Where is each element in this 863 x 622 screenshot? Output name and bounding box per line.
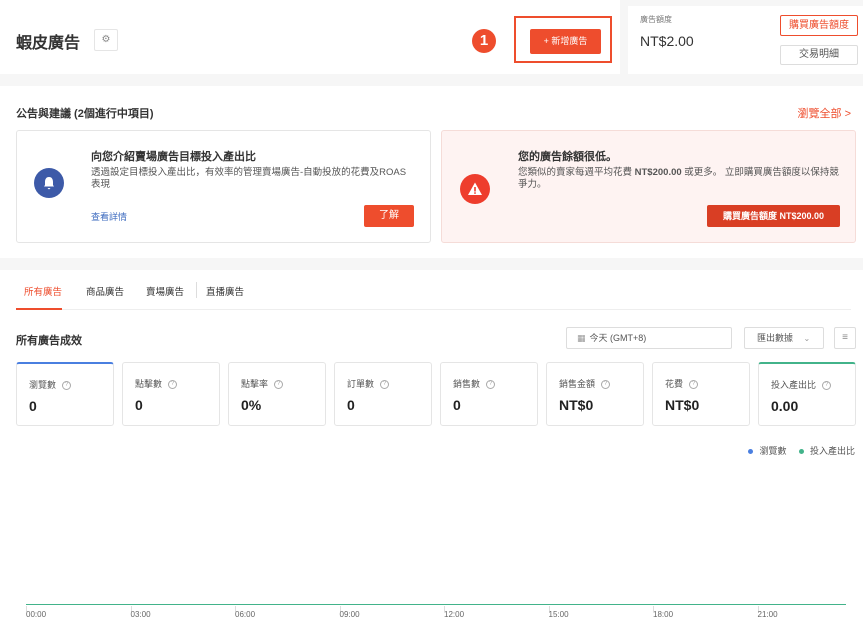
metric-label: 投入產出比? <box>771 378 832 391</box>
budget-value: NT$2.00 <box>640 33 694 49</box>
metric-label: 訂單數? <box>347 377 390 390</box>
tab-shop-ads[interactable]: 賣場廣告 <box>146 284 184 298</box>
card-heading: 您的廣告餘額很低。 <box>518 151 617 163</box>
announcements-section: 公告與建議 (2個進行中項目) 瀏覽全部 > 向您介紹賣場廣告目標投入產出比 透… <box>0 86 863 258</box>
help-icon: ? <box>168 380 178 390</box>
x-axis-tick-label: 09:00 <box>339 610 360 619</box>
x-axis-tick-label: 06:00 <box>235 610 256 619</box>
x-axis-tick-label: 03:00 <box>130 610 151 619</box>
metric-card-views[interactable]: 瀏覽數? 0 <box>16 362 114 426</box>
metric-value: NT$0 <box>665 397 700 413</box>
date-picker[interactable]: ▦ 今天 (GMT+8) <box>566 327 732 349</box>
ad-type-tabs: 所有廣告 商品廣告 賣場廣告 直播廣告 <box>16 270 851 310</box>
export-data-button[interactable]: 匯出數據 ⌄ <box>744 327 824 349</box>
metric-value: 0 <box>453 397 461 413</box>
metric-value: 0 <box>29 398 37 414</box>
metric-label: 點擊率? <box>241 377 284 390</box>
help-icon: ? <box>380 380 390 390</box>
performance-title: 所有廣告成效 <box>16 335 82 347</box>
page-header: 蝦皮廣告 ⚙ 1 + 新增廣告 <box>0 0 620 74</box>
metric-label: 銷售金額? <box>559 377 611 390</box>
announcements-title: 公告與建議 (2個進行中項目) <box>16 108 154 120</box>
tab-divider <box>196 282 197 298</box>
ads-main-panel: 所有廣告 商品廣告 賣場廣告 直播廣告 所有廣告成效 ▦ 今天 (GMT+8) 匯… <box>0 270 863 622</box>
legend-dot-roas <box>798 448 804 454</box>
date-range-label: 今天 (GMT+8) <box>589 333 647 343</box>
help-icon: ? <box>486 380 496 390</box>
metric-label: 花費? <box>665 377 699 390</box>
chart-legend: 瀏覽數 投入產出比 <box>738 444 855 457</box>
bell-icon <box>34 168 64 198</box>
buy-ad-credit-button[interactable]: 購買廣告額度 <box>780 15 858 36</box>
export-label: 匯出數據 <box>757 333 794 343</box>
learn-more-button[interactable]: 了解 <box>364 205 414 227</box>
view-all-link[interactable]: 瀏覽全部 > <box>798 105 851 121</box>
metric-card-spend[interactable]: 花費? NT$0 <box>652 362 750 426</box>
card-heading: 向您介紹賣場廣告目標投入產出比 <box>91 151 256 163</box>
transaction-details-button[interactable]: 交易明細 <box>780 45 858 65</box>
step-number-badge: 1 <box>472 29 496 53</box>
metric-value: 0% <box>241 397 262 413</box>
metric-card-roas[interactable]: 投入產出比? 0.00 <box>758 362 856 426</box>
chart-baseline <box>26 604 846 605</box>
calendar-icon: ▦ <box>577 333 586 343</box>
metric-label: 瀏覽數? <box>29 378 72 391</box>
tab-all-ads[interactable]: 所有廣告 <box>24 284 62 298</box>
metric-card-ctr[interactable]: 點擊率? 0% <box>228 362 326 426</box>
metric-value: 0 <box>347 397 355 413</box>
legend-roas[interactable]: 投入產出比 <box>810 446 855 456</box>
tab-live-ads[interactable]: 直播廣告 <box>206 284 244 298</box>
menu-icon[interactable]: ≡ <box>834 327 856 349</box>
help-icon: ? <box>601 380 611 390</box>
help-icon: ? <box>274 380 284 390</box>
budget-label: 廣告額度 <box>640 15 672 24</box>
help-icon: ? <box>689 380 699 390</box>
card-description: 您類似的賣家每週平均花費 NT$200.00 或更多。 立即購買廣告額度以保持競… <box>518 167 848 191</box>
metric-value: 0.00 <box>771 398 799 414</box>
x-axis-tick-label: 18:00 <box>653 610 674 619</box>
gear-icon[interactable]: ⚙ <box>94 29 118 51</box>
metric-value: NT$0 <box>559 397 594 413</box>
view-details-link[interactable]: 查看詳情 <box>91 210 127 223</box>
desc-prefix: 您類似的賣家每週平均花費 <box>518 167 635 178</box>
legend-dot-views <box>748 448 754 454</box>
metric-label: 點擊數? <box>135 377 178 390</box>
metric-card-orders[interactable]: 訂單數? 0 <box>334 362 432 426</box>
page-title: 蝦皮廣告 <box>16 35 81 52</box>
announcement-card-low-balance: 您的廣告餘額很低。 您類似的賣家每週平均花費 NT$200.00 或更多。 立即… <box>441 130 856 243</box>
help-icon: ? <box>62 381 72 391</box>
x-axis-tick-label: 12:00 <box>444 610 465 619</box>
x-axis-tick-label: 00:00 <box>26 610 47 619</box>
x-axis-tick-label: 15:00 <box>548 610 569 619</box>
active-tab-underline <box>16 308 62 310</box>
metric-label: 銷售數? <box>453 377 496 390</box>
metric-card-units-sold[interactable]: 銷售數? 0 <box>440 362 538 426</box>
buy-credit-200-button[interactable]: 購買廣告額度 NT$200.00 <box>707 205 840 227</box>
card-description: 透過設定目標投入產出比，有效率的管理賣場廣告-自動投放的花費及ROAS表現 <box>91 167 407 190</box>
tab-product-ads[interactable]: 商品廣告 <box>86 284 124 298</box>
warning-icon <box>460 174 490 204</box>
metrics-row: 瀏覽數? 0 點擊數? 0 點擊率? 0% 訂單數? 0 銷售數? 0 銷售金額… <box>16 362 856 426</box>
metric-card-sales-amount[interactable]: 銷售金額? NT$0 <box>546 362 644 426</box>
metric-value: 0 <box>135 397 143 413</box>
announcement-card-roas: 向您介紹賣場廣告目標投入產出比 透過設定目標投入產出比，有效率的管理賣場廣告-自… <box>16 130 431 243</box>
desc-amount: NT$200.00 <box>634 167 682 178</box>
help-icon: ? <box>822 381 832 391</box>
legend-views[interactable]: 瀏覽數 <box>759 446 786 456</box>
x-axis-tick-label: 21:00 <box>757 610 778 619</box>
ad-budget-panel: 廣告額度 NT$2.00 購買廣告額度 交易明細 <box>628 6 863 74</box>
create-ad-button[interactable]: + 新增廣告 <box>530 29 601 54</box>
chevron-down-icon: ⌄ <box>803 334 811 343</box>
metric-card-clicks[interactable]: 點擊數? 0 <box>122 362 220 426</box>
